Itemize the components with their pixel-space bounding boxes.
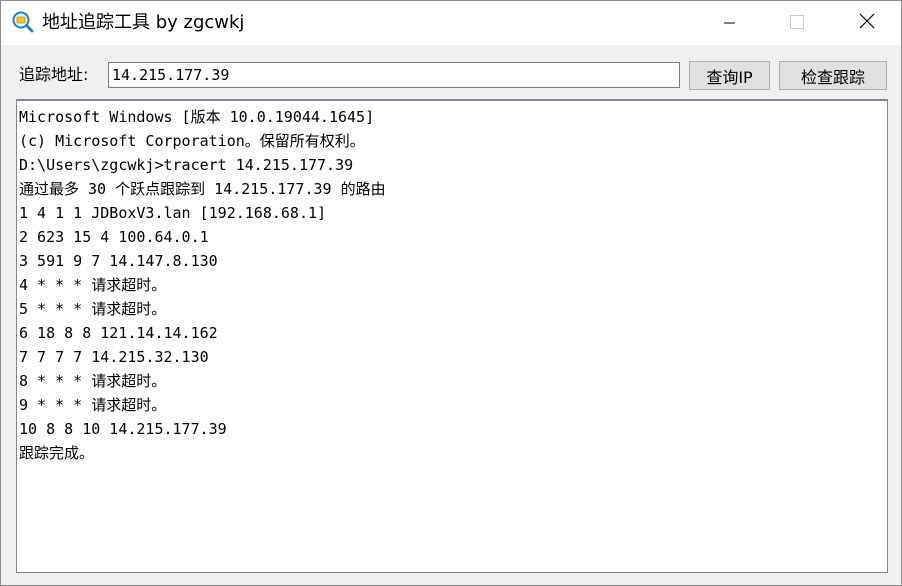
minimize-button[interactable] [707,1,753,45]
output-line: 10 8 8 10 14.215.177.39 [19,420,227,438]
maximize-icon [790,14,804,33]
output-line: 7 7 7 7 14.215.32.130 [19,348,209,366]
minimize-icon [724,14,736,33]
output-line: 8 * * * 请求超时。 [19,372,167,390]
output-line: 9 * * * 请求超时。 [19,396,167,414]
app-window: 地址追踪工具 by zgcwkj 追踪地址: 查询IP 检查跟踪 Microso… [0,0,902,586]
close-icon [859,13,875,33]
trace-button[interactable]: 检查跟踪 [779,61,887,90]
window-title: 地址追踪工具 by zgcwkj [42,12,245,33]
output-line: 通过最多 30 个跃点跟踪到 14.215.177.39 的路由 [19,180,386,198]
output-line: D:\Users\zgcwkj>tracert 14.215.177.39 [19,156,354,174]
query-ip-button[interactable]: 查询IP [689,61,770,90]
output-line: 1 4 1 1 JDBoxV3.lan [192.168.68.1] [19,204,327,222]
output-line: 5 * * * 请求超时。 [19,300,167,318]
trace-output-textarea[interactable]: Microsoft Windows [版本 10.0.19044.1645] (… [16,99,888,573]
output-line: 2 623 15 4 100.64.0.1 [19,228,209,246]
title-bar[interactable]: 地址追踪工具 by zgcwkj [1,1,901,45]
output-line: 3 591 9 7 14.147.8.130 [19,252,218,270]
output-line: Microsoft Windows [版本 10.0.19044.1645] [19,108,375,126]
close-button[interactable] [844,1,890,45]
output-line: 4 * * * 请求超时。 [19,276,167,294]
output-line: 6 18 8 8 121.14.14.162 [19,324,218,342]
maximize-button[interactable] [774,1,820,45]
output-line: (c) Microsoft Corporation。保留所有权利。 [19,132,365,150]
address-label: 追踪地址: [19,65,89,84]
output-line: 跟踪完成。 [19,444,95,462]
address-input[interactable] [108,62,680,88]
magnifier-folder-icon [12,11,34,33]
